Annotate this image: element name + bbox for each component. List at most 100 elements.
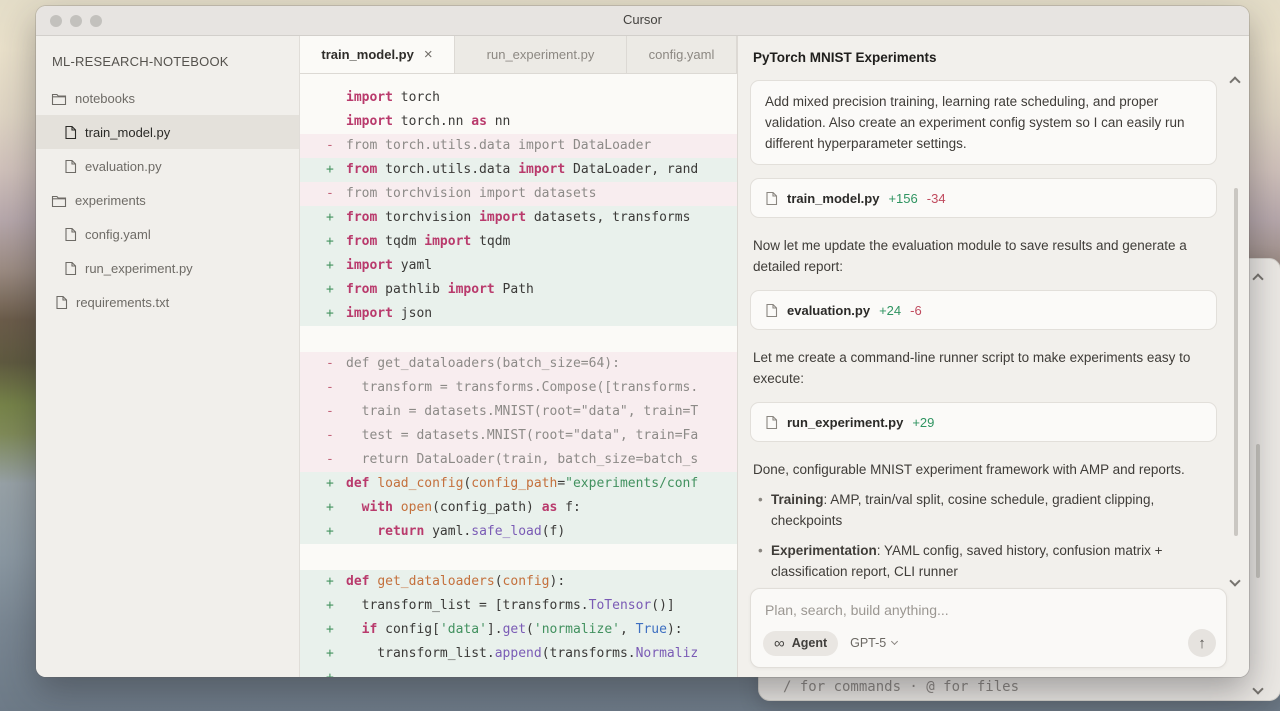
code-text: from tqdm import tqdm bbox=[346, 230, 737, 254]
code-text: from torchvision import datasets bbox=[346, 182, 737, 206]
chevron-up-icon[interactable] bbox=[1229, 76, 1240, 87]
file-explorer-sidebar: ML-RESEARCH-NOTEBOOK notebookstrain_mode… bbox=[36, 36, 300, 677]
code-line-add[interactable]: + transform_list = [transforms.ToTensor(… bbox=[300, 594, 737, 618]
chevron-up-icon[interactable] bbox=[1252, 273, 1263, 284]
desktop: / for commands · @ for files Cursor ML-R… bbox=[0, 0, 1280, 711]
chat-input[interactable] bbox=[765, 599, 1212, 621]
code-line-add[interactable]: +from tqdm import tqdm bbox=[300, 230, 737, 254]
code-line-add[interactable]: + return yaml.safe_load(f) bbox=[300, 520, 737, 544]
code-line-rm[interactable]: -def get_dataloaders(batch_size=64): bbox=[300, 352, 737, 376]
file-icon bbox=[64, 261, 77, 276]
code-line-rm[interactable]: - return DataLoader(train, batch_size=ba… bbox=[300, 448, 737, 472]
diff-marker: + bbox=[326, 520, 340, 544]
sidebar-item-notebooks[interactable]: notebooks bbox=[36, 81, 299, 115]
code-line-add[interactable]: + if config['data'].get('normalize', Tru… bbox=[300, 618, 737, 642]
chat-title: PyTorch MNIST Experiments bbox=[753, 50, 937, 65]
sidebar-item-experiments[interactable]: experiments bbox=[36, 183, 299, 217]
lines-added-badge: +24 bbox=[879, 303, 901, 318]
code-line-add[interactable]: +import json bbox=[300, 302, 737, 326]
code-text: transform_list.append(transforms.Normali… bbox=[346, 642, 737, 666]
bullet-term: Experimentation bbox=[771, 543, 877, 558]
code-line-add[interactable]: +from torch.utils.data import DataLoader… bbox=[300, 158, 737, 182]
code-text: transform_list = [transforms.ToTensor()] bbox=[346, 594, 737, 618]
diff-marker: + bbox=[326, 666, 340, 677]
sidebar-item-evaluation-py[interactable]: evaluation.py bbox=[36, 149, 299, 183]
code-text: with open(config_path) as f: bbox=[346, 496, 737, 520]
code-line-rm[interactable]: - test = datasets.MNIST(root="data", tra… bbox=[300, 424, 737, 448]
summary-bullet: •Experimentation: YAML config, saved his… bbox=[758, 540, 1215, 582]
ai-chat-panel: PyTorch MNIST Experiments Add mixed prec… bbox=[737, 36, 1249, 677]
tab-run_experiment-py[interactable]: run_experiment.py bbox=[455, 36, 627, 73]
code-line-add[interactable]: +from torchvision import datasets, trans… bbox=[300, 206, 737, 230]
code-line-rm[interactable]: -from torchvision import datasets bbox=[300, 182, 737, 206]
assistant-message: Now let me update the evaluation module … bbox=[753, 235, 1215, 277]
diff-marker: + bbox=[326, 230, 340, 254]
assistant-message: Done, configurable MNIST experiment fram… bbox=[753, 459, 1215, 480]
diff-marker: + bbox=[326, 302, 340, 326]
diff-marker: + bbox=[326, 570, 340, 594]
code-line-add[interactable]: + with open(config_path) as f: bbox=[300, 496, 737, 520]
code-text: if config['data'].get('normalize', True)… bbox=[346, 618, 737, 642]
send-button[interactable]: ↑ bbox=[1188, 629, 1216, 657]
diff-marker: + bbox=[326, 472, 340, 496]
file-change-card-run_experiment-py[interactable]: run_experiment.py +29 bbox=[750, 402, 1217, 442]
agent-mode-label: Agent bbox=[792, 636, 827, 650]
sidebar-item-config-yaml[interactable]: config.yaml bbox=[36, 217, 299, 251]
file-label: evaluation.py bbox=[85, 159, 162, 174]
tab-label: config.yaml bbox=[649, 47, 715, 62]
diff-marker: - bbox=[326, 134, 340, 158]
chevron-down-icon[interactable] bbox=[1252, 683, 1263, 694]
code-line-add[interactable]: + transform_list.append(transforms.Norma… bbox=[300, 642, 737, 666]
code-text: from torch.utils.data import DataLoader,… bbox=[346, 158, 737, 182]
code-line-add[interactable]: +def get_dataloaders(config): bbox=[300, 570, 737, 594]
sidebar-item-train_model-py[interactable]: train_model.py bbox=[36, 115, 299, 149]
chevron-down-icon[interactable] bbox=[1229, 575, 1240, 586]
code-line-rm[interactable]: -from torch.utils.data import DataLoader bbox=[300, 134, 737, 158]
chat-input-box[interactable]: ∞ Agent GPT-5 ↑ bbox=[750, 588, 1227, 668]
sidebar-item-run_experiment-py[interactable]: run_experiment.py bbox=[36, 251, 299, 285]
diff-marker: + bbox=[326, 206, 340, 230]
file-icon bbox=[64, 125, 77, 140]
code-text: from pathlib import Path bbox=[346, 278, 737, 302]
file-label: train_model.py bbox=[85, 125, 170, 140]
code-line-add[interactable]: +import yaml bbox=[300, 254, 737, 278]
file-label: run_experiment.py bbox=[85, 261, 193, 276]
agent-mode-pill[interactable]: ∞ Agent bbox=[763, 631, 838, 656]
tab-label: train_model.py bbox=[321, 47, 413, 62]
code-line-ctx[interactable]: import torch bbox=[300, 86, 737, 110]
code-line-add[interactable]: + bbox=[300, 666, 737, 677]
close-icon[interactable]: × bbox=[424, 47, 433, 62]
code-line-rm[interactable]: - transform = transforms.Compose([transf… bbox=[300, 376, 737, 400]
file-icon bbox=[64, 227, 77, 242]
changed-file-name: run_experiment.py bbox=[787, 415, 903, 430]
code-text: return yaml.safe_load(f) bbox=[346, 520, 737, 544]
model-label: GPT-5 bbox=[850, 636, 886, 650]
code-line-add[interactable]: +def load_config(config_path="experiment… bbox=[300, 472, 737, 496]
code-line-ctx[interactable]: import torch.nn as nn bbox=[300, 110, 737, 134]
lines-added-badge: +29 bbox=[912, 415, 934, 430]
code-text: import json bbox=[346, 302, 737, 326]
model-selector[interactable]: GPT-5 bbox=[850, 636, 897, 650]
sidebar-item-requirements-txt[interactable]: requirements.txt bbox=[36, 285, 299, 319]
title-bar: Cursor bbox=[36, 6, 1249, 36]
diff-marker: + bbox=[326, 278, 340, 302]
tab-train_model-py[interactable]: train_model.py × bbox=[300, 36, 455, 73]
arrow-up-icon: ↑ bbox=[1198, 635, 1206, 652]
diff-marker: - bbox=[326, 448, 340, 472]
file-icon bbox=[55, 295, 68, 310]
diff-marker: + bbox=[326, 158, 340, 182]
diff-marker: + bbox=[326, 254, 340, 278]
tab-config-yaml[interactable]: config.yaml bbox=[627, 36, 737, 73]
diff-marker: - bbox=[326, 400, 340, 424]
folder-icon bbox=[51, 193, 67, 208]
editor-code[interactable]: import torchimport torch.nn as nn-from t… bbox=[300, 74, 737, 677]
file-change-card-train_model-py[interactable]: train_model.py+156-34 bbox=[750, 178, 1217, 218]
bullet-term: Training bbox=[771, 492, 824, 507]
code-line-rm[interactable]: - train = datasets.MNIST(root="data", tr… bbox=[300, 400, 737, 424]
file-icon bbox=[64, 159, 77, 174]
scrollbar-thumb[interactable] bbox=[1234, 188, 1238, 536]
scrollbar-thumb[interactable] bbox=[1256, 444, 1260, 578]
code-line-add[interactable]: +from pathlib import Path bbox=[300, 278, 737, 302]
code-text: test = datasets.MNIST(root="data", train… bbox=[346, 424, 737, 448]
file-change-card-evaluation-py[interactable]: evaluation.py+24-6 bbox=[750, 290, 1217, 330]
